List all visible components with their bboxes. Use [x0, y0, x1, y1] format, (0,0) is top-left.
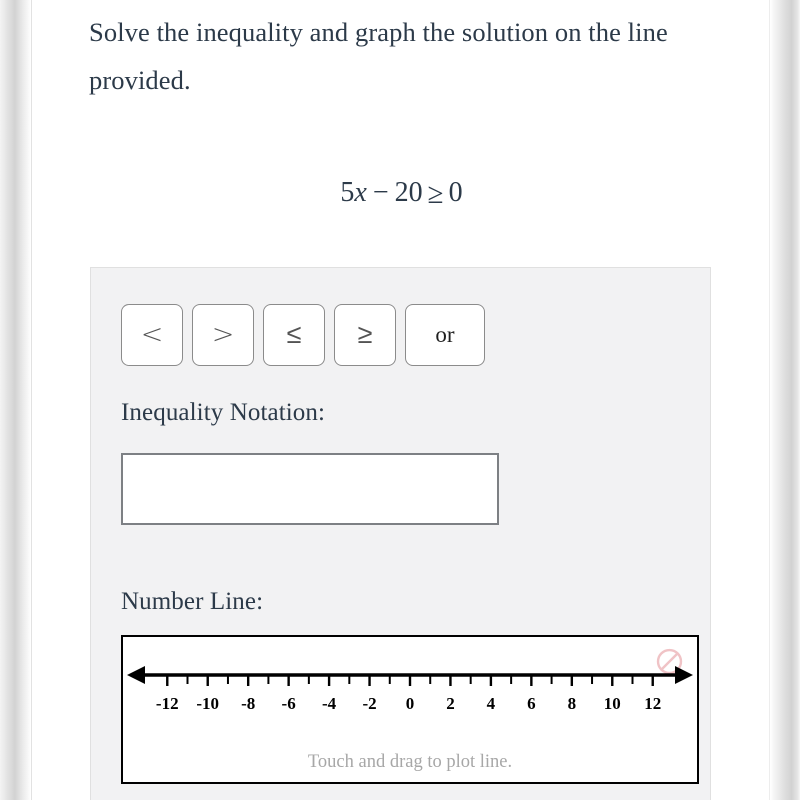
operator-key-or[interactable]: or	[405, 304, 485, 366]
page-left-edge-shadow	[0, 0, 31, 800]
question-prompt: Solve the inequality and graph the solut…	[89, 17, 668, 95]
number-line-canvas[interactable]: -12 -10 -8 -6 -4 -2 0 2 4 6 8 10 12 Touch and drag t…	[121, 635, 699, 784]
operator-key-greater-than[interactable]: >	[192, 304, 254, 366]
equation-relation: ≥	[427, 178, 444, 210]
equation-coefficient: 5	[340, 177, 355, 208]
operator-key-greater-than-or-equal[interactable]: ≥	[334, 304, 396, 366]
number-line-tick-label: 2	[446, 694, 455, 713]
number-line-tick-label: -6	[282, 694, 296, 713]
operator-key-less-than-or-equal[interactable]: ≤	[263, 304, 325, 366]
number-line-tick-label: 8	[568, 694, 577, 713]
number-line-tick-label: 10	[604, 694, 621, 713]
number-line-arrow-right	[675, 666, 693, 684]
number-line-hint: Touch and drag to plot line.	[307, 752, 513, 772]
number-line-tick-label: 0	[406, 694, 415, 713]
number-line-tick-labels: -12 -10 -8 -6 -4 -2 0 2 4 6 8 10 12	[156, 694, 661, 713]
equation-operator: −	[372, 177, 389, 208]
page-right-edge-shadow	[770, 0, 800, 800]
operator-key-row: < > ≤ ≥ or	[121, 304, 485, 366]
number-line-tick-label: -12	[156, 694, 179, 713]
number-line-tick-label: 6	[527, 694, 536, 713]
number-line-label: Number Line:	[121, 588, 264, 615]
inequality-notation-label: Inequality Notation:	[121, 399, 326, 426]
number-line-arrow-left	[127, 666, 145, 684]
number-line-tick-label: 4	[487, 694, 496, 713]
number-line-axis: -12 -10 -8 -6 -4 -2 0 2 4 6 8 10 12	[127, 666, 693, 713]
operator-key-less-than[interactable]: <	[121, 304, 183, 366]
equation-right-side: 0	[448, 177, 463, 208]
number-line-tick-label: -10	[196, 694, 219, 713]
number-line-tick-label: -2	[362, 694, 376, 713]
inequality-notation-input[interactable]	[121, 453, 499, 525]
worksheet-page: Solve the inequality and graph the solut…	[32, 0, 769, 800]
equation-variable: x	[354, 177, 367, 208]
number-line-tick-label: -4	[322, 694, 337, 713]
answer-panel: < > ≤ ≥ or Inequality Notation: Number L…	[90, 267, 711, 800]
number-line-tick-label: 12	[644, 694, 661, 713]
inequality-expression: 5x −20 ≥0	[89, 176, 714, 210]
equation-constant: 20	[394, 177, 423, 208]
number-line-tick-label: -8	[241, 694, 255, 713]
page-right-border	[769, 0, 770, 800]
